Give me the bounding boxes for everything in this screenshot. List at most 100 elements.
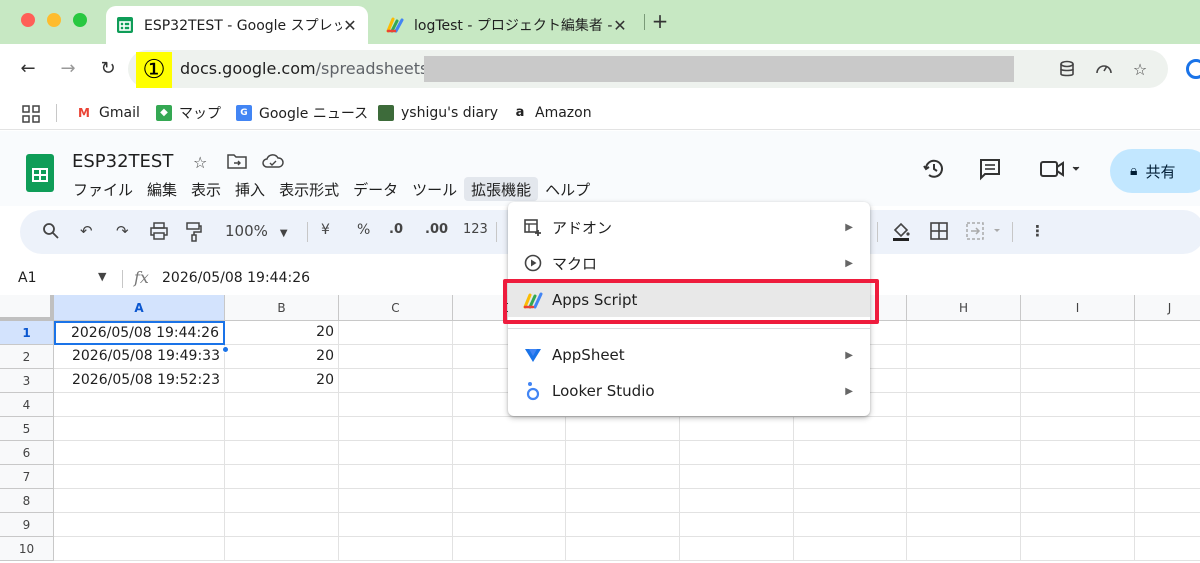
- bookmark-google-news[interactable]: G Google ニュース: [236, 102, 368, 124]
- menu-extensions[interactable]: 拡張機能: [464, 177, 539, 201]
- cell-c10[interactable]: [339, 537, 453, 561]
- cell-j4[interactable]: [1135, 393, 1200, 417]
- star-icon[interactable]: ☆: [193, 153, 207, 172]
- percent-format-button[interactable]: %: [357, 222, 370, 242]
- cell-h7[interactable]: [907, 465, 1021, 489]
- meet-video-icon[interactable]: [1040, 157, 1082, 186]
- menu-item-macros[interactable]: マクロ ▶: [508, 246, 870, 280]
- cell-b5[interactable]: [225, 417, 339, 441]
- cell-f5[interactable]: [680, 417, 794, 441]
- back-icon[interactable]: ←: [17, 58, 39, 80]
- menu-item-looker-studio[interactable]: Looker Studio ▶: [508, 374, 870, 408]
- cell-j2[interactable]: [1135, 345, 1200, 369]
- paint-format-icon[interactable]: [186, 222, 202, 242]
- cell-c8[interactable]: [339, 489, 453, 513]
- row-header-6[interactable]: 6: [0, 441, 54, 465]
- cell-h5[interactable]: [907, 417, 1021, 441]
- comments-icon[interactable]: [978, 157, 1002, 186]
- cell-f8[interactable]: [680, 489, 794, 513]
- cell-a5[interactable]: [54, 417, 225, 441]
- menu-edit[interactable]: 編集: [140, 177, 184, 201]
- forward-icon[interactable]: →: [57, 58, 79, 80]
- menu-format[interactable]: 表示形式: [272, 177, 346, 201]
- cloud-saved-icon[interactable]: [262, 153, 284, 173]
- cell-j3[interactable]: [1135, 369, 1200, 393]
- cell-e5[interactable]: [566, 417, 680, 441]
- cell-b8[interactable]: [225, 489, 339, 513]
- cell-h8[interactable]: [907, 489, 1021, 513]
- cell-g10[interactable]: [794, 537, 907, 561]
- cell-i1[interactable]: [1021, 321, 1135, 345]
- menu-tools[interactable]: ツール: [405, 177, 464, 201]
- row-header-7[interactable]: 7: [0, 465, 54, 489]
- cell-d10[interactable]: [453, 537, 566, 561]
- column-header-i[interactable]: I: [1021, 295, 1135, 321]
- menu-insert[interactable]: 挿入: [228, 177, 272, 201]
- cell-i5[interactable]: [1021, 417, 1135, 441]
- caret-down-icon[interactable]: ▼: [98, 270, 106, 283]
- row-header-1[interactable]: 1: [0, 321, 54, 345]
- cell-h3[interactable]: [907, 369, 1021, 393]
- cell-f9[interactable]: [680, 513, 794, 537]
- cell-i2[interactable]: [1021, 345, 1135, 369]
- bookmark-maps[interactable]: ◆ マップ: [156, 102, 221, 124]
- name-box[interactable]: A1: [18, 270, 36, 286]
- menu-help[interactable]: ヘルプ: [538, 177, 597, 201]
- apps-grid-icon[interactable]: [22, 103, 40, 125]
- cell-j8[interactable]: [1135, 489, 1200, 513]
- row-header-5[interactable]: 5: [0, 417, 54, 441]
- cell-h1[interactable]: [907, 321, 1021, 345]
- cell-j6[interactable]: [1135, 441, 1200, 465]
- move-folder-icon[interactable]: [227, 153, 247, 173]
- cell-h10[interactable]: [907, 537, 1021, 561]
- cell-i4[interactable]: [1021, 393, 1135, 417]
- cell-b2[interactable]: 20: [225, 345, 339, 369]
- new-tab-button[interactable]: +: [650, 9, 670, 33]
- cell-g7[interactable]: [794, 465, 907, 489]
- cell-a10[interactable]: [54, 537, 225, 561]
- cell-c7[interactable]: [339, 465, 453, 489]
- tab-close-icon[interactable]: ✕: [342, 16, 358, 35]
- cell-b7[interactable]: [225, 465, 339, 489]
- search-menus-icon[interactable]: [42, 222, 60, 242]
- bookmark-star-icon[interactable]: ☆: [1130, 60, 1150, 80]
- print-icon[interactable]: [150, 222, 168, 242]
- zoom-select[interactable]: 100% ▼: [225, 222, 288, 242]
- cell-e10[interactable]: [566, 537, 680, 561]
- row-header-3[interactable]: 3: [0, 369, 54, 393]
- cell-j7[interactable]: [1135, 465, 1200, 489]
- cell-a7[interactable]: [54, 465, 225, 489]
- cell-j10[interactable]: [1135, 537, 1200, 561]
- cell-g5[interactable]: [794, 417, 907, 441]
- cell-e7[interactable]: [566, 465, 680, 489]
- cell-a3[interactable]: 2026/05/08 19:52:23: [54, 369, 225, 393]
- tab-logtest[interactable]: logTest - プロジェクト編集者 - ✕: [376, 6, 638, 44]
- reload-icon[interactable]: ↻: [97, 58, 119, 80]
- bookmark-diary[interactable]: yshigu's diary: [378, 102, 498, 124]
- cell-d7[interactable]: [453, 465, 566, 489]
- column-header-j[interactable]: J: [1135, 295, 1200, 321]
- cell-b1[interactable]: 20: [225, 321, 339, 345]
- profile-avatar[interactable]: [1186, 59, 1200, 79]
- menu-data[interactable]: データ: [346, 177, 405, 201]
- cell-d9[interactable]: [453, 513, 566, 537]
- cell-a1[interactable]: 2026/05/08 19:44:26: [54, 321, 225, 345]
- menu-item-appsheet[interactable]: AppSheet ▶: [508, 338, 870, 372]
- cell-a2[interactable]: 2026/05/08 19:49:33: [54, 345, 225, 369]
- currency-format-button[interactable]: ¥: [321, 222, 330, 242]
- cell-c3[interactable]: [339, 369, 453, 393]
- cell-e8[interactable]: [566, 489, 680, 513]
- number-format-button[interactable]: 123: [463, 222, 488, 242]
- column-header-b[interactable]: B: [225, 295, 339, 321]
- cell-c4[interactable]: [339, 393, 453, 417]
- cell-h6[interactable]: [907, 441, 1021, 465]
- cell-h4[interactable]: [907, 393, 1021, 417]
- row-header-10[interactable]: 10: [0, 537, 54, 561]
- merge-cells-icon[interactable]: [966, 222, 1006, 242]
- select-all-corner[interactable]: [0, 295, 54, 321]
- cell-e6[interactable]: [566, 441, 680, 465]
- undo-icon[interactable]: ↶: [80, 222, 93, 242]
- cell-c5[interactable]: [339, 417, 453, 441]
- cell-c2[interactable]: [339, 345, 453, 369]
- cell-f7[interactable]: [680, 465, 794, 489]
